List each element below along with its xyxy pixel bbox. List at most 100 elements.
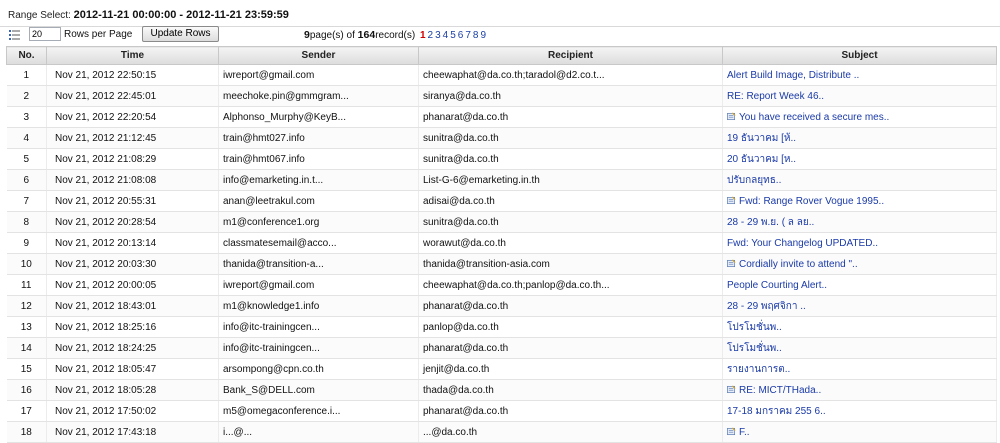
rows-per-page-input[interactable]: [29, 27, 61, 41]
subject-link[interactable]: ปรับกลยุทธ..: [727, 175, 781, 186]
pagination-toolbar: Rows per Page Update Rows 9page(s) of 16…: [6, 26, 996, 44]
cell-time: Nov 21, 2012 18:25:16: [46, 316, 219, 338]
table-row[interactable]: 3 Nov 21, 2012 22:20:54 Alphonso_Murphy@Ke…: [6, 106, 997, 128]
subject-link[interactable]: โปรโมชั่นพ..: [727, 343, 782, 354]
cell-recipient: thada@da.co.th: [418, 379, 723, 401]
cell-subject[interactable]: RE: Report Week 46..: [722, 85, 997, 107]
column-header-time[interactable]: Time: [46, 46, 219, 65]
table-row[interactable]: 18 Nov 21, 2012 17:43:18 i...@... ...@da.co…: [6, 421, 997, 443]
cell-subject[interactable]: 17-18 มกราคม 255 6..: [722, 400, 997, 422]
cell-time: Nov 21, 2012 21:12:45: [46, 127, 219, 149]
table-row[interactable]: 15 Nov 21, 2012 18:05:47 arsompong@cpn.co.…: [6, 358, 997, 380]
cell-sender: info@itc-trainingcen...: [218, 316, 419, 338]
page-link-3[interactable]: 3: [435, 30, 441, 41]
cell-subject[interactable]: RE: MICT/THada..: [722, 379, 997, 401]
cell-time: Nov 21, 2012 20:03:30: [46, 253, 219, 275]
subject-link[interactable]: Cordially invite to attend "..: [739, 259, 858, 270]
subject-link[interactable]: 19 ธันวาคม [ห้..: [727, 133, 796, 144]
column-header-no[interactable]: No.: [6, 46, 47, 65]
page-link-5[interactable]: 5: [450, 30, 456, 41]
table-row[interactable]: 9 Nov 21, 2012 20:13:14 classmatesemail@ac…: [6, 232, 997, 254]
cell-subject[interactable]: 28 - 29 พ.ย. ( ล ลย..: [722, 211, 997, 233]
cell-recipient: sunitra@da.co.th: [418, 211, 723, 233]
page-link-9[interactable]: 9: [480, 30, 486, 41]
cell-time: Nov 21, 2012 17:43:18: [46, 421, 219, 443]
cell-subject[interactable]: You have received a secure mes..: [722, 106, 997, 128]
table-row[interactable]: 10 Nov 21, 2012 20:03:30 thanida@transitio…: [6, 253, 997, 275]
cell-subject[interactable]: People Courting Alert..: [722, 274, 997, 296]
table-row[interactable]: 7 Nov 21, 2012 20:55:31 anan@leetrakul.com…: [6, 190, 997, 212]
table-row[interactable]: 5 Nov 21, 2012 21:08:29 train@hmt067.info s…: [6, 148, 997, 170]
cell-sender: train@hmt067.info: [218, 148, 419, 170]
cell-no: 14: [6, 337, 47, 359]
pager: 9page(s) of 164record(s) 123456789: [304, 29, 486, 41]
subject-link[interactable]: 17-18 มกราคม 255 6..: [727, 406, 826, 417]
page-link-4[interactable]: 4: [443, 30, 449, 41]
cell-no: 13: [6, 316, 47, 338]
cell-sender: info@emarketing.in.t...: [218, 169, 419, 191]
table-row[interactable]: 13 Nov 21, 2012 18:25:16 info@itc-training…: [6, 316, 997, 338]
subject-link[interactable]: 28 - 29 พฤศจิกา ..: [727, 301, 806, 312]
cell-recipient: List-G-6@emarketing.in.th: [418, 169, 723, 191]
page-link-6[interactable]: 6: [458, 30, 464, 41]
subject-link[interactable]: Alert Build Image, Distribute ..: [727, 70, 859, 81]
cell-time: Nov 21, 2012 20:13:14: [46, 232, 219, 254]
subject-link[interactable]: รายงานการต..: [727, 364, 790, 375]
cell-sender: i...@...: [218, 421, 419, 443]
subject-link[interactable]: RE: Report Week 46..: [727, 91, 824, 102]
cell-sender: m1@conference1.org: [218, 211, 419, 233]
cell-subject[interactable]: รายงานการต..: [722, 358, 997, 380]
cell-sender: train@hmt027.info: [218, 127, 419, 149]
cell-time: Nov 21, 2012 18:43:01: [46, 295, 219, 317]
subject-link[interactable]: โปรโมชั่นพ..: [727, 322, 782, 333]
cell-sender: thanida@transition-a...: [218, 253, 419, 275]
table-row[interactable]: 2 Nov 21, 2012 22:45:01 meechoke.pin@gmmgr…: [6, 85, 997, 107]
cell-no: 9: [6, 232, 47, 254]
cell-subject[interactable]: 28 - 29 พฤศจิกา ..: [722, 295, 997, 317]
cell-recipient: phanarat@da.co.th: [418, 400, 723, 422]
pages-text: page(s) of: [309, 30, 355, 41]
table-row[interactable]: 11 Nov 21, 2012 20:00:05 iwreport@gmail.co…: [6, 274, 997, 296]
attachment-icon: [727, 195, 736, 204]
cell-no: 2: [6, 85, 47, 107]
subject-link[interactable]: 28 - 29 พ.ย. ( ล ลย..: [727, 217, 814, 228]
subject-link[interactable]: You have received a secure mes..: [739, 112, 889, 123]
table-row[interactable]: 16 Nov 21, 2012 18:05:28 Bank_S@DELL.com th…: [6, 379, 997, 401]
cell-subject[interactable]: 20 ธันวาคม [ห..: [722, 148, 997, 170]
cell-subject[interactable]: 19 ธันวาคม [ห้..: [722, 127, 997, 149]
cell-recipient: panlop@da.co.th: [418, 316, 723, 338]
table-row[interactable]: 6 Nov 21, 2012 21:08:08 info@emarketing.in…: [6, 169, 997, 191]
cell-sender: iwreport@gmail.com: [218, 274, 419, 296]
range-select: Range Select: 2012-11-21 00:00:00 - 2012…: [8, 6, 289, 24]
subject-link[interactable]: F..: [739, 427, 750, 438]
table-row[interactable]: 12 Nov 21, 2012 18:43:01 m1@knowledge1.inf…: [6, 295, 997, 317]
cell-subject[interactable]: Cordially invite to attend "..: [722, 253, 997, 275]
subject-link[interactable]: Fwd: Range Rover Vogue 1995..: [739, 196, 884, 207]
table-row[interactable]: 17 Nov 21, 2012 17:50:02 m5@omegaconferenc…: [6, 400, 997, 422]
cell-subject[interactable]: โปรโมชั่นพ..: [722, 337, 997, 359]
cell-subject[interactable]: Alert Build Image, Distribute ..: [722, 64, 997, 86]
subject-link[interactable]: RE: MICT/THada..: [739, 385, 821, 396]
table-row[interactable]: 14 Nov 21, 2012 18:24:25 info@itc-training…: [6, 337, 997, 359]
column-header-sender[interactable]: Sender: [218, 46, 419, 65]
table-row[interactable]: 1 Nov 21, 2012 22:50:15 iwreport@gmail.com…: [6, 64, 997, 86]
subject-link[interactable]: 20 ธันวาคม [ห..: [727, 154, 796, 165]
cell-subject[interactable]: โปรโมชั่นพ..: [722, 316, 997, 338]
cell-subject[interactable]: Fwd: Your Changelog UPDATED..: [722, 232, 997, 254]
cell-subject[interactable]: Fwd: Range Rover Vogue 1995..: [722, 190, 997, 212]
cell-subject[interactable]: F..: [722, 421, 997, 443]
subject-link[interactable]: Fwd: Your Changelog UPDATED..: [727, 238, 878, 249]
cell-subject[interactable]: ปรับกลยุทธ..: [722, 169, 997, 191]
page-link-8[interactable]: 8: [473, 30, 479, 41]
page-link-7[interactable]: 7: [465, 30, 471, 41]
cell-sender: Alphonso_Murphy@KeyB...: [218, 106, 419, 128]
table-row[interactable]: 8 Nov 21, 2012 20:28:54 m1@conference1.org…: [6, 211, 997, 233]
subject-link[interactable]: People Courting Alert..: [727, 280, 827, 291]
table-row[interactable]: 4 Nov 21, 2012 21:12:45 train@hmt027.info s…: [6, 127, 997, 149]
page-link-2[interactable]: 2: [428, 30, 434, 41]
update-rows-button[interactable]: Update Rows: [142, 26, 219, 42]
column-header-subject[interactable]: Subject: [722, 46, 997, 65]
page-link-1[interactable]: 1: [420, 30, 426, 41]
table-header-row: No. Time Sender Recipient Subject: [6, 46, 997, 65]
column-header-recipient[interactable]: Recipient: [418, 46, 723, 65]
